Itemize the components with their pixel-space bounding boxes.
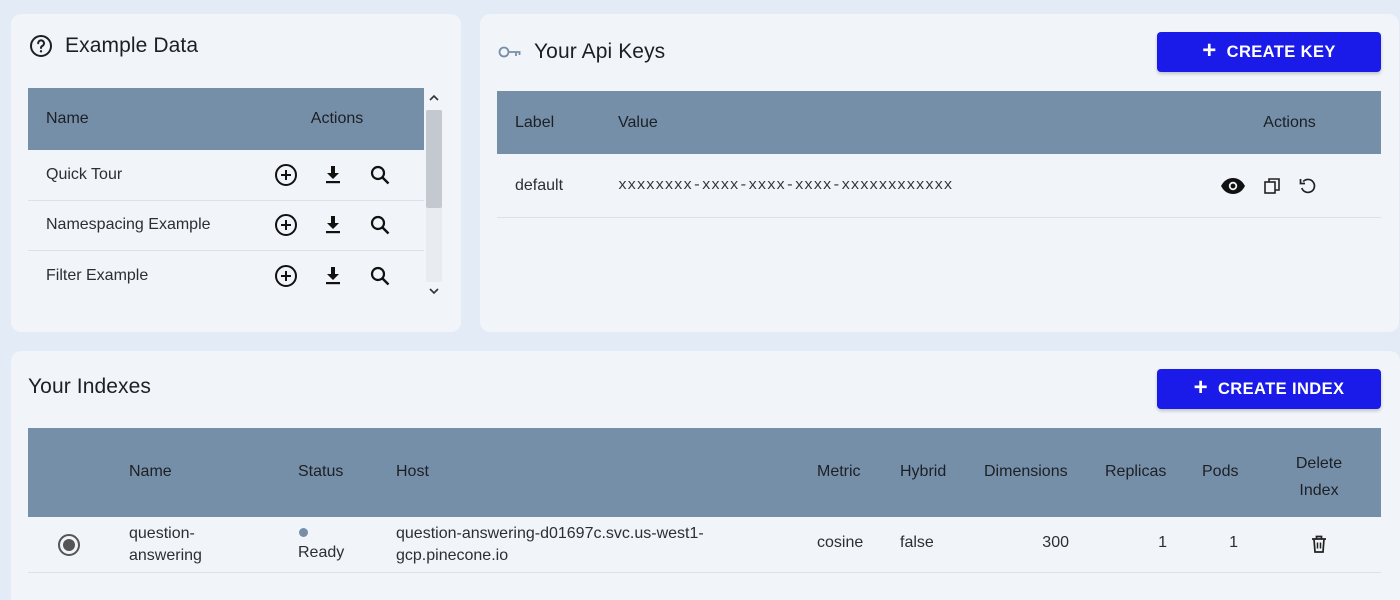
- table-row: Filter Example: [28, 251, 424, 302]
- column-header-hybrid: Hybrid: [900, 463, 947, 480]
- key-value: xxxxxxxx-xxxx-xxxx-xxxx-xxxxxxxxxxxx: [618, 177, 953, 194]
- example-name: Filter Example: [46, 267, 149, 285]
- column-header-name: Name: [129, 463, 172, 480]
- copy-icon[interactable]: [1262, 176, 1282, 196]
- example-data-scrollbar[interactable]: [424, 88, 444, 298]
- radio-selected-dot: [63, 539, 75, 551]
- indexes-card: Your Indexes + CREATE INDEX Name Status …: [11, 351, 1400, 600]
- search-icon[interactable]: [368, 163, 392, 187]
- column-header-delete-index: Delete Index: [1295, 455, 1343, 499]
- create-key-label: CREATE KEY: [1226, 42, 1336, 61]
- create-key-button[interactable]: + CREATE KEY: [1157, 32, 1381, 72]
- index-pods: 1: [1229, 534, 1238, 551]
- column-header-actions: Actions: [1263, 113, 1316, 131]
- api-keys-table: Label Value Actions default xxxxxxxx-xxx…: [497, 91, 1381, 218]
- key-icon: [498, 45, 522, 59]
- plus-icon: +: [1193, 374, 1208, 401]
- plus-icon: +: [1202, 37, 1217, 64]
- table-row: Namespacing Example: [28, 201, 424, 251]
- index-hybrid: false: [900, 534, 934, 551]
- column-header-value: Value: [618, 113, 658, 131]
- table-row: Quick Tour: [28, 150, 424, 201]
- index-replicas: 1: [1158, 534, 1167, 551]
- help-circle-icon: [29, 34, 53, 58]
- scrollbar-thumb[interactable]: [426, 110, 442, 208]
- example-name: Quick Tour: [46, 165, 123, 183]
- column-header-host: Host: [396, 463, 429, 480]
- index-name: question- answering: [129, 525, 202, 564]
- download-icon[interactable]: [321, 213, 345, 237]
- table-row: question- answering Ready question-answe…: [28, 517, 1381, 573]
- column-header-name: Name: [46, 110, 89, 127]
- scroll-up-icon[interactable]: [424, 90, 444, 104]
- trash-icon[interactable]: [1310, 534, 1328, 559]
- index-dimensions: 300: [1042, 534, 1069, 551]
- column-header-label: Label: [515, 113, 555, 131]
- column-header-pods: Pods: [1202, 463, 1239, 480]
- example-data-table: Name Actions Quick Tour Namespacing Exam…: [28, 88, 424, 302]
- example-data-header: Example Data: [29, 34, 198, 58]
- status-indicator: [299, 528, 308, 537]
- column-header-replicas: Replicas: [1105, 463, 1167, 480]
- search-icon[interactable]: [368, 213, 392, 237]
- search-icon[interactable]: [368, 264, 392, 288]
- index-status: Ready: [298, 528, 344, 562]
- indexes-table: Name Status Host Metric Hybrid Dimension…: [28, 428, 1381, 573]
- index-select-radio[interactable]: [58, 534, 80, 556]
- column-header-actions: Actions: [310, 110, 364, 127]
- table-header: Name Status Host Metric Hybrid Dimension…: [28, 428, 1381, 517]
- eye-icon[interactable]: [1220, 177, 1246, 195]
- add-circle-icon[interactable]: [274, 264, 298, 288]
- api-keys-card: Your Api Keys + CREATE KEY Label Value A…: [480, 14, 1399, 332]
- column-header-status: Status: [298, 463, 344, 480]
- index-metric: cosine: [817, 534, 864, 551]
- example-data-card: Example Data Name Actions Quick Tour Nam…: [11, 14, 461, 332]
- add-circle-icon[interactable]: [274, 213, 298, 237]
- table-row: default xxxxxxxx-xxxx-xxxx-xxxx-xxxxxxxx…: [497, 154, 1381, 218]
- scroll-down-icon[interactable]: [424, 284, 444, 298]
- example-data-title: Example Data: [65, 34, 199, 57]
- api-keys-header: Your Api Keys: [498, 40, 665, 64]
- key-label: default: [515, 176, 564, 194]
- create-index-label: CREATE INDEX: [1217, 379, 1345, 398]
- table-header: Name Actions: [28, 88, 424, 150]
- create-index-button[interactable]: + CREATE INDEX: [1157, 369, 1381, 409]
- refresh-icon[interactable]: [1298, 176, 1318, 196]
- column-header-dimensions: Dimensions: [984, 463, 1068, 480]
- download-icon[interactable]: [321, 264, 345, 288]
- add-circle-icon[interactable]: [274, 163, 298, 187]
- indexes-title: Your Indexes: [28, 375, 152, 398]
- example-name: Namespacing Example: [46, 216, 211, 234]
- column-header-metric: Metric: [817, 463, 861, 480]
- api-keys-title: Your Api Keys: [534, 40, 666, 63]
- index-host: question-answering-d01697c.svc.us-west1-…: [396, 525, 704, 564]
- download-icon[interactable]: [321, 163, 345, 187]
- table-header: Label Value Actions: [497, 91, 1381, 154]
